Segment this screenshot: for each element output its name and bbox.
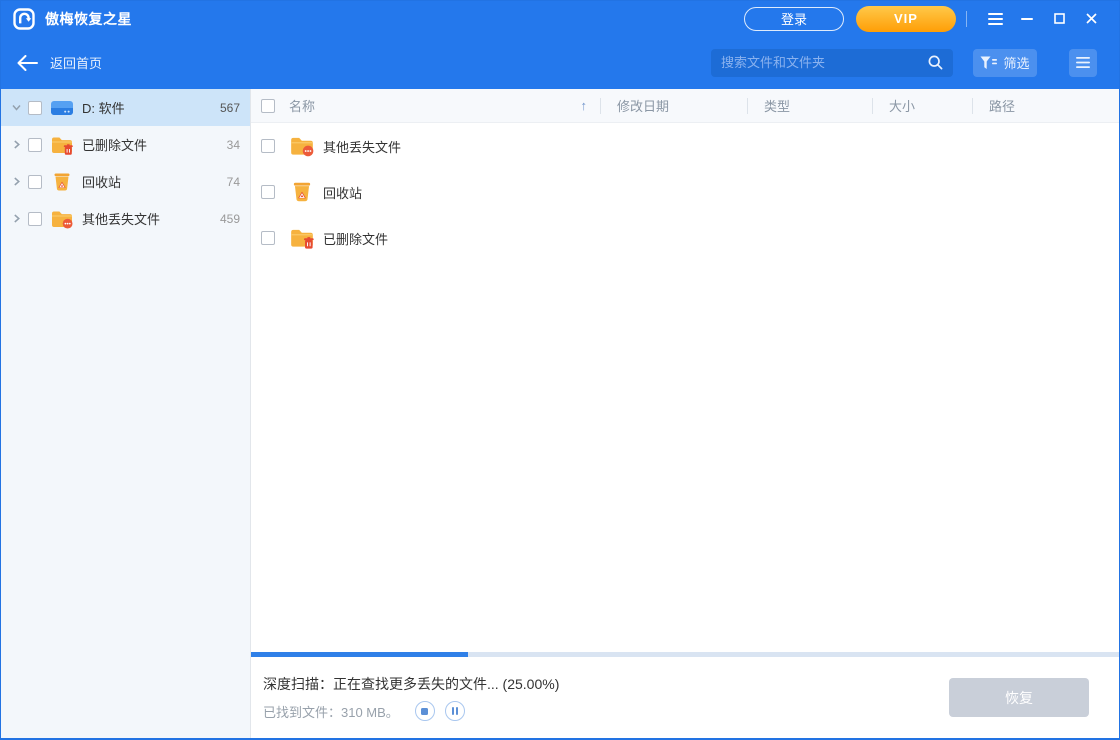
chevron-down-icon[interactable] bbox=[9, 102, 24, 113]
recover-button[interactable]: 恢复 bbox=[949, 678, 1089, 717]
sidebar-item-label: D: 软件 bbox=[82, 98, 125, 117]
scan-status-block: 深度扫描：正在查找更多丢失的文件... (25.00%) 已找到文件：310 M… bbox=[263, 674, 559, 721]
file-row-label: 已删除文件 bbox=[323, 229, 388, 248]
file-list-panel: 名称 ↑ 修改日期 类型 大小 路径 bbox=[251, 89, 1119, 738]
drive-icon bbox=[50, 99, 74, 117]
sidebar-recycle-checkbox[interactable] bbox=[28, 175, 42, 189]
view-menu-icon[interactable] bbox=[1069, 49, 1097, 77]
row-checkbox[interactable] bbox=[261, 185, 275, 199]
row-checkbox[interactable] bbox=[261, 139, 275, 153]
sidebar-item-count: 34 bbox=[227, 138, 240, 152]
column-header-date[interactable]: 修改日期 bbox=[601, 96, 747, 115]
found-files-text: 已找到文件：310 MB。 bbox=[263, 702, 399, 721]
table-header: 名称 ↑ 修改日期 类型 大小 路径 bbox=[251, 89, 1119, 123]
sidebar-item-count: 74 bbox=[227, 175, 240, 189]
search-input[interactable] bbox=[721, 55, 928, 70]
sidebar-other-lost-checkbox[interactable] bbox=[28, 212, 42, 226]
sidebar-item-other-lost-files[interactable]: 其他丢失文件 459 bbox=[1, 200, 250, 237]
recycle-bin-icon bbox=[289, 181, 315, 203]
folder-lost-icon bbox=[50, 209, 74, 229]
file-row-other-lost[interactable]: 其他丢失文件 bbox=[251, 123, 1119, 169]
title-bar: 傲梅恢复之星 登录 VIP bbox=[1, 1, 1119, 36]
back-home-label[interactable]: 返回首页 bbox=[50, 53, 102, 72]
main-body: D: 软件 567 bbox=[1, 89, 1119, 738]
sidebar-item-label: 回收站 bbox=[82, 172, 121, 191]
titlebar-actions: 登录 VIP bbox=[744, 6, 1107, 32]
pause-scan-button[interactable] bbox=[445, 701, 465, 721]
sidebar-item-count: 459 bbox=[220, 212, 240, 226]
sidebar-drive-checkbox[interactable] bbox=[28, 101, 42, 115]
column-header-name[interactable]: 名称 ↑ bbox=[251, 96, 600, 115]
search-icon[interactable] bbox=[928, 55, 943, 70]
sidebar-item-count: 567 bbox=[220, 101, 240, 115]
sort-ascending-icon[interactable]: ↑ bbox=[581, 98, 588, 113]
search-box bbox=[711, 49, 953, 77]
sidebar-item-label: 其他丢失文件 bbox=[82, 209, 160, 228]
sidebar-deleted-checkbox[interactable] bbox=[28, 138, 42, 152]
sidebar-tree: D: 软件 567 bbox=[1, 89, 251, 738]
scan-status-text: 深度扫描：正在查找更多丢失的文件... (25.00%) bbox=[263, 674, 559, 694]
file-row-label: 其他丢失文件 bbox=[323, 137, 401, 156]
app-window: 傲梅恢复之星 登录 VIP bbox=[0, 0, 1120, 740]
file-row-deleted-files[interactable]: 已删除文件 bbox=[251, 215, 1119, 261]
login-button[interactable]: 登录 bbox=[744, 7, 844, 31]
file-list: 其他丢失文件 回收站 bbox=[251, 123, 1119, 652]
app-menu-icon[interactable] bbox=[979, 6, 1011, 32]
chevron-right-icon[interactable] bbox=[9, 139, 24, 150]
column-header-size[interactable]: 大小 bbox=[873, 96, 972, 115]
sidebar-item-deleted-files[interactable]: 已删除文件 34 bbox=[1, 126, 250, 163]
stop-scan-button[interactable] bbox=[415, 701, 435, 721]
status-footer: 深度扫描：正在查找更多丢失的文件... (25.00%) 已找到文件：310 M… bbox=[251, 657, 1119, 738]
toolbar: 返回首页 筛选 bbox=[1, 36, 1119, 89]
column-header-path[interactable]: 路径 bbox=[973, 96, 1119, 115]
sidebar-item-recycle-bin[interactable]: 回收站 74 bbox=[1, 163, 250, 200]
folder-deleted-icon bbox=[50, 135, 74, 155]
filter-label: 筛选 bbox=[1003, 53, 1029, 72]
maximize-icon[interactable] bbox=[1043, 6, 1075, 32]
titlebar-separator bbox=[966, 11, 967, 27]
folder-lost-icon bbox=[289, 135, 315, 157]
stop-icon bbox=[421, 708, 428, 715]
file-row-label: 回收站 bbox=[323, 183, 362, 202]
vip-button[interactable]: VIP bbox=[856, 6, 956, 32]
app-logo-icon bbox=[13, 8, 35, 30]
filter-button[interactable]: 筛选 bbox=[973, 49, 1037, 77]
back-arrow-icon[interactable] bbox=[17, 55, 38, 71]
recycle-bin-icon bbox=[50, 172, 74, 192]
chevron-right-icon[interactable] bbox=[9, 176, 24, 187]
chevron-right-icon[interactable] bbox=[9, 213, 24, 224]
app-title: 傲梅恢复之星 bbox=[45, 9, 132, 29]
pause-icon bbox=[452, 707, 459, 715]
sidebar-item-label: 已删除文件 bbox=[82, 135, 147, 154]
close-icon[interactable] bbox=[1075, 6, 1107, 32]
minimize-icon[interactable] bbox=[1011, 6, 1043, 32]
folder-deleted-icon bbox=[289, 227, 315, 249]
column-header-type[interactable]: 类型 bbox=[748, 96, 872, 115]
row-checkbox[interactable] bbox=[261, 231, 275, 245]
sidebar-item-drive-d[interactable]: D: 软件 567 bbox=[1, 89, 250, 126]
select-all-checkbox[interactable] bbox=[261, 99, 275, 113]
file-row-recycle-bin[interactable]: 回收站 bbox=[251, 169, 1119, 215]
column-label-name: 名称 bbox=[289, 96, 315, 115]
filter-funnel-icon bbox=[980, 56, 997, 70]
